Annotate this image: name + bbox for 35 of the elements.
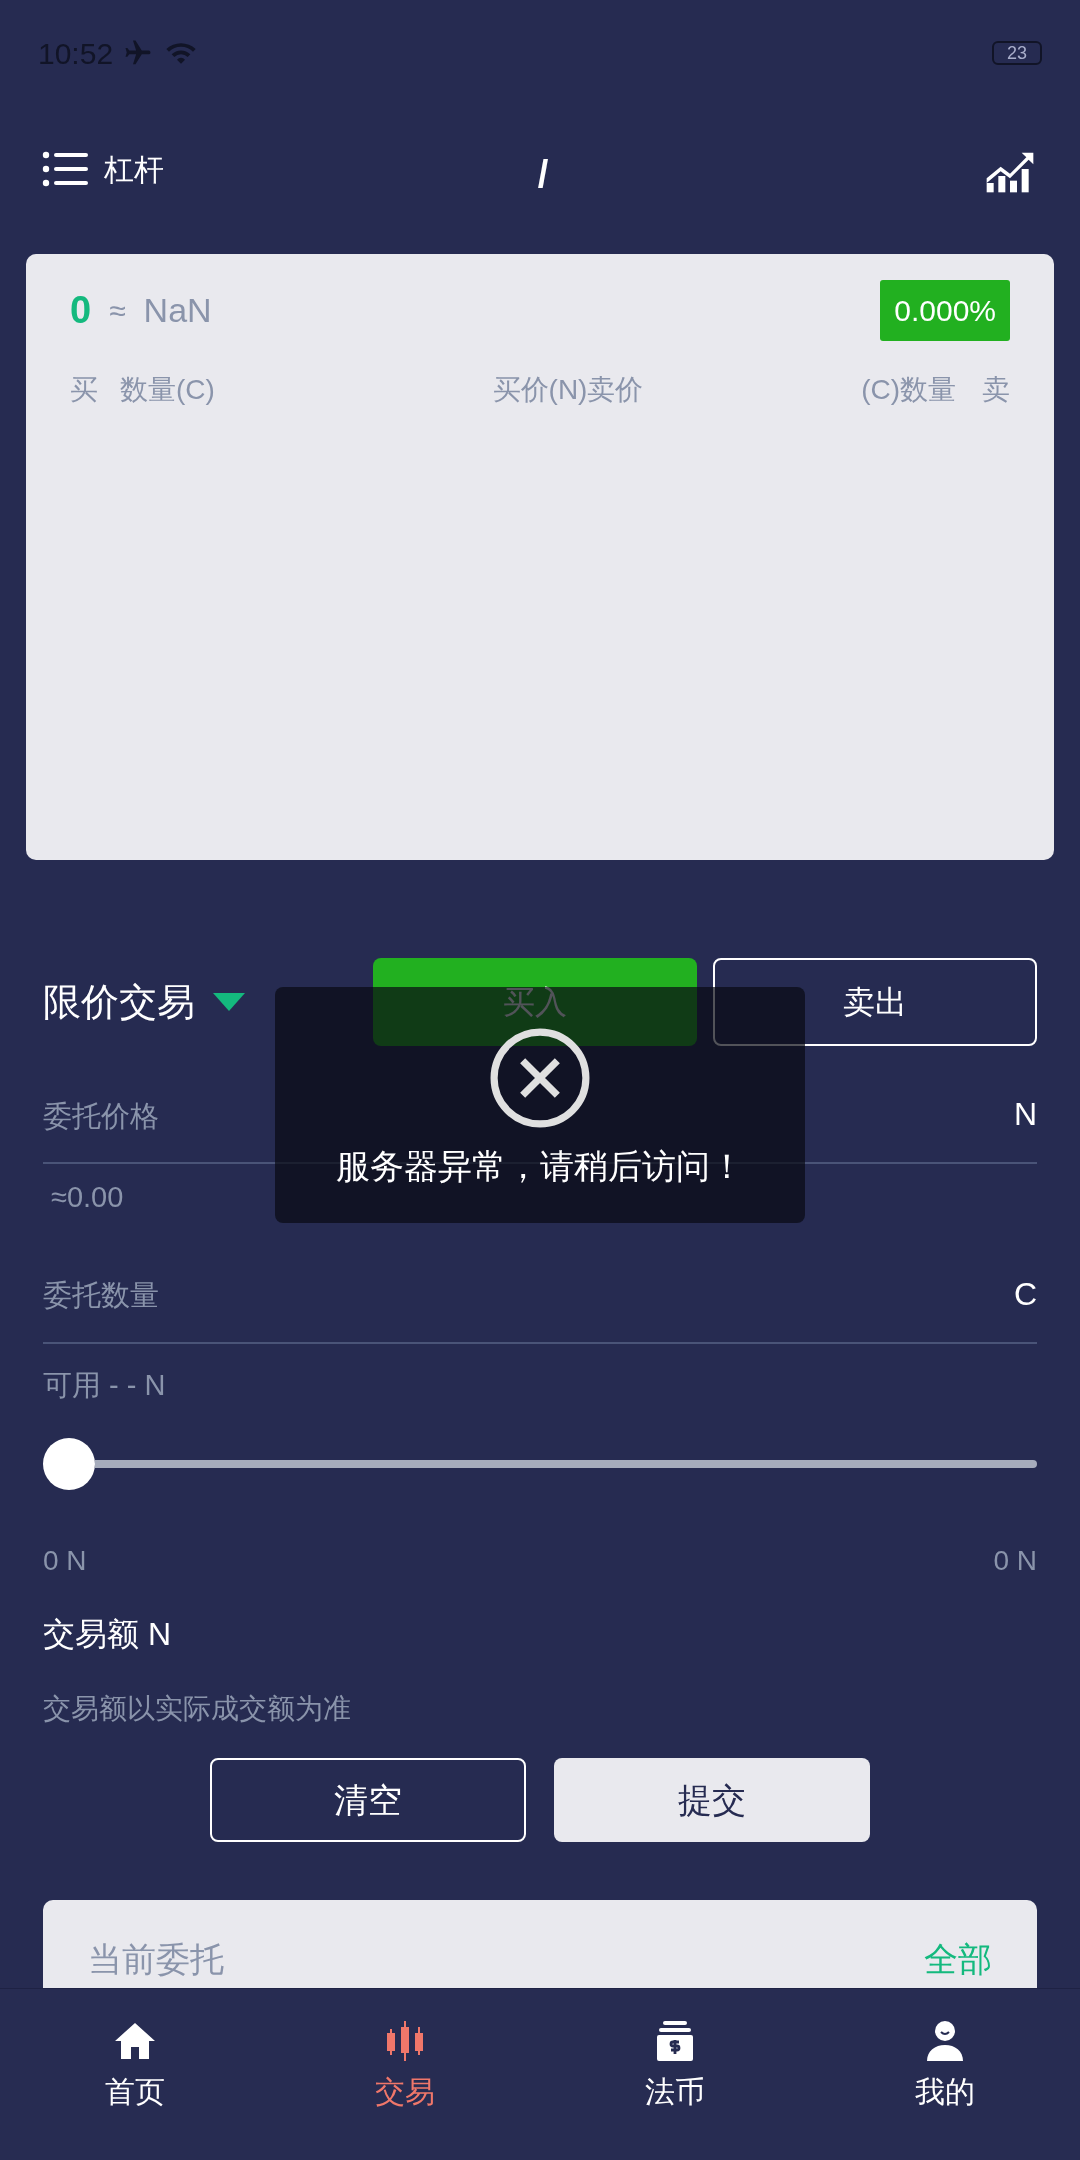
column-header: 卖 [982,373,1010,407]
order-type-dropdown[interactable]: 限价交易 [43,973,245,1031]
amount-note: 交易额以实际成交额为准 [43,1692,352,1726]
column-header: 买 [70,373,98,407]
field-label: 委托数量 [43,1278,159,1313]
battery-icon: 23 [992,41,1042,65]
unit-label: C [1013,1274,1037,1314]
column-header: (C)数量 [861,373,956,407]
slider-max: 0 N [993,1544,1037,1578]
column-header: 买价(N)卖价 [492,373,644,407]
pair-title: / [537,151,549,197]
change-badge: 0.000% [880,280,1010,341]
toast-message: 服务器异常，请稍后访问！ [336,1146,744,1187]
orders-title: 当前委托 [88,1938,224,1980]
nav-tab[interactable]: 交易 [270,1989,540,2160]
trade-amount: 交易额 N [43,1615,172,1654]
slider-thumb[interactable] [43,1438,95,1490]
nav-tab[interactable]: 首页 [0,1989,270,2160]
column-header: 数量(C) [120,373,215,407]
close-circle-icon [489,1027,591,1129]
price-value: 0 [70,288,92,333]
slider-min: 0 N [43,1544,87,1578]
action-button[interactable]: 清空 [210,1758,526,1842]
nav-tab[interactable]: 法币 [540,1989,810,2160]
menu-icon [42,149,90,189]
field-label: 委托价格 [43,1098,159,1134]
action-button[interactable]: 提交 [554,1758,870,1842]
caret-icon [213,993,245,1011]
fiat-value: NaN [143,290,212,331]
nav-tab[interactable]: 我的 [810,1989,1080,2160]
menu-button[interactable]: 杠杆 [42,146,164,192]
available-balance: 可用 - - N [43,1367,167,1403]
converted-price: ≈0.00 [51,1180,124,1215]
unit-label: N [1013,1095,1037,1134]
approx-sign: ≈ [109,293,126,329]
